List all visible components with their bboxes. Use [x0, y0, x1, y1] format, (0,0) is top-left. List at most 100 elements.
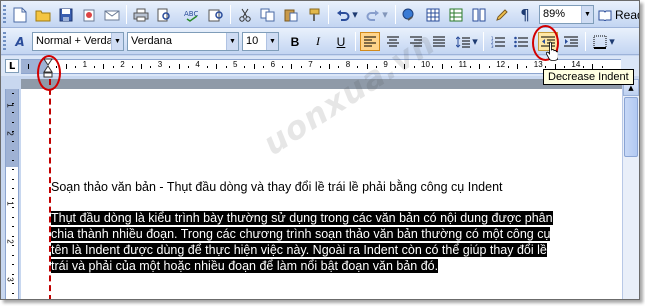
vertical-ruler-tick: [12, 169, 14, 170]
chevron-down-icon[interactable]: ▼: [111, 33, 123, 50]
ruler-tick: [263, 66, 265, 68]
ruler-tick: [488, 66, 490, 68]
style-select[interactable]: Normal + Verda ▼: [32, 32, 124, 51]
ruler-tick: [206, 66, 208, 68]
chevron-down-icon[interactable]: ▼: [266, 33, 278, 50]
vertical-ruler-tick: [12, 131, 14, 132]
bullets-icon[interactable]: [511, 32, 531, 51]
paragraph-line[interactable]: Thụt đầu dòng là kiểu trình bày thường s…: [51, 211, 553, 225]
ruler-tick: [282, 66, 283, 68]
ruler-number: 3: [157, 60, 163, 69]
paragraph-line[interactable]: tên là Indent được dùng để thực hiện việ…: [51, 243, 547, 257]
paragraph-line[interactable]: trái và phải của một hoặc nhiều đoạn để …: [51, 259, 439, 273]
ruler-tick: [244, 66, 246, 68]
redo-icon[interactable]: [363, 5, 383, 24]
word-window: ABC ▾ ▾ ¶ 89% ▼ Rea A Normal + Verda ▼ V…: [0, 0, 640, 300]
bold-button[interactable]: B: [285, 32, 305, 51]
vertical-ruler-tick: [12, 102, 14, 104]
vertical-ruler-tick: [12, 292, 14, 294]
print-preview-icon[interactable]: [154, 5, 174, 24]
styles-formatting-icon[interactable]: A: [10, 32, 30, 51]
ruler-tick: [470, 66, 471, 68]
ruler-number: 13: [533, 60, 543, 69]
redo-dropdown-icon[interactable]: ▾: [381, 5, 389, 24]
toolbar-grip[interactable]: [3, 32, 6, 51]
copy-icon[interactable]: [258, 5, 278, 24]
ruler-tick: [582, 66, 584, 68]
tables-icon[interactable]: [423, 5, 443, 24]
open-icon[interactable]: [33, 5, 53, 24]
ruler-number: 4: [195, 60, 200, 69]
highlight-circle-indent: [37, 55, 61, 91]
borders-icon[interactable]: [590, 32, 610, 51]
vertical-ruler[interactable]: 12123: [5, 89, 19, 299]
vertical-scrollbar[interactable]: ▲: [622, 79, 639, 299]
zoom-value: 89%: [543, 8, 566, 20]
drawing-icon[interactable]: [492, 5, 512, 24]
show-formatting-icon[interactable]: ¶: [515, 5, 535, 24]
undo-dropdown-icon[interactable]: ▾: [351, 5, 359, 24]
spelling-icon[interactable]: ABC: [183, 5, 203, 24]
horizontal-ruler[interactable]: 1 2 3 4 5 6 7 8 9 10 11 12 13 14: [21, 59, 621, 74]
vertical-ruler-tick: [12, 112, 14, 113]
vertical-ruler-number: 1: [5, 103, 15, 108]
vertical-ruler-tick: [12, 283, 14, 284]
vertical-ruler-tick: [12, 235, 14, 237]
scroll-thumb[interactable]: [624, 97, 638, 157]
chevron-down-icon[interactable]: ▼: [581, 6, 593, 23]
toolbar-grip[interactable]: [3, 5, 6, 24]
chevron-down-icon[interactable]: ▼: [226, 33, 238, 50]
numbering-icon[interactable]: 123: [488, 32, 508, 51]
vertical-ruler-number: 1: [5, 201, 15, 206]
ruler-number: 2: [120, 60, 125, 69]
font-size-select[interactable]: 10 ▼: [242, 32, 279, 51]
increase-indent-icon[interactable]: [561, 32, 581, 51]
new-document-icon[interactable]: [10, 5, 30, 24]
vertical-ruler-tick: [12, 121, 14, 123]
vertical-ruler-tick: [12, 93, 14, 94]
research-icon[interactable]: [206, 5, 226, 24]
save-icon[interactable]: [56, 5, 76, 24]
vertical-ruler-tick: [12, 188, 14, 189]
paste-icon[interactable]: [281, 5, 301, 24]
ruler-number: 7: [308, 60, 313, 69]
tooltip: Decrease Indent: [543, 69, 634, 85]
toolbar-separator: [355, 32, 356, 51]
selected-paragraph[interactable]: Thụt đầu dòng là kiểu trình bày thường s…: [51, 210, 591, 274]
ruler-tick: [216, 64, 218, 69]
zoom-select[interactable]: 89% ▼: [539, 5, 594, 24]
document-heading[interactable]: Soạn thảo văn bản - Thụt đầu dòng và tha…: [51, 180, 503, 194]
paragraph-line[interactable]: chia thành nhiều đoạn. Trong các chương …: [51, 227, 551, 241]
email-icon[interactable]: [102, 5, 122, 24]
italic-button[interactable]: I: [308, 32, 328, 51]
print-icon[interactable]: [131, 5, 151, 24]
ruler-tick: [75, 66, 77, 68]
line-spacing-icon[interactable]: [453, 32, 473, 51]
vertical-ruler-tick: [12, 264, 14, 265]
vertical-ruler-tick: [12, 273, 14, 275]
font-select[interactable]: Verdana ▼: [127, 32, 239, 51]
vertical-ruler-tick: [12, 197, 14, 199]
vertical-ruler-number: 2: [5, 239, 15, 244]
ruler-tick: [338, 66, 340, 68]
permission-icon[interactable]: [79, 5, 99, 24]
line-spacing-dropdown-icon[interactable]: ▾: [471, 32, 479, 51]
tab-selector[interactable]: L: [5, 59, 19, 73]
columns-icon[interactable]: [469, 5, 489, 24]
hyperlink-icon[interactable]: [400, 5, 420, 24]
ruler-number: 1: [82, 60, 88, 69]
read-button[interactable]: Read: [598, 5, 639, 24]
font-value: Verdana: [131, 35, 172, 47]
svg-text:3: 3: [491, 44, 494, 48]
ruler-number: 8: [345, 60, 351, 69]
underline-button[interactable]: U: [331, 32, 351, 51]
ruler-tick: [300, 66, 302, 68]
cut-icon[interactable]: [235, 5, 255, 24]
align-left-icon[interactable]: [360, 32, 380, 51]
insert-excel-icon[interactable]: [446, 5, 466, 24]
borders-dropdown-icon[interactable]: ▾: [608, 32, 616, 51]
ruler-tick: [329, 64, 330, 69]
undo-icon[interactable]: [333, 5, 353, 24]
format-painter-icon[interactable]: [304, 5, 324, 24]
ruler-tick: [169, 66, 171, 68]
